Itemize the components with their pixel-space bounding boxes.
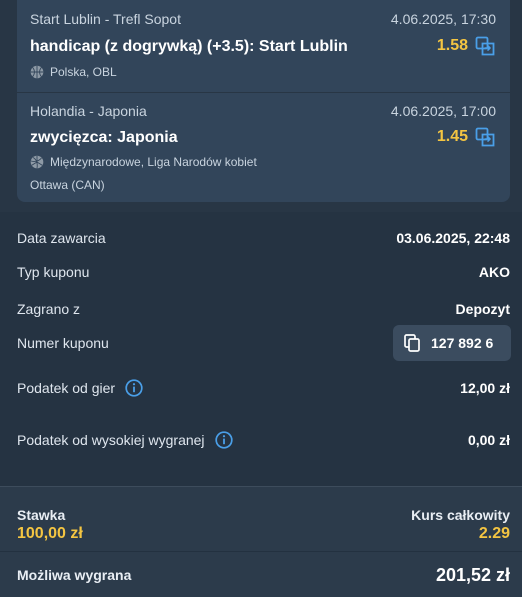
coupon-number-label: Numer kuponu — [17, 335, 109, 351]
type-label: Typ kuponu — [17, 264, 90, 280]
copy-coupon-button[interactable]: 127 892 6 — [393, 325, 511, 361]
played-value: Depozyt — [455, 301, 510, 317]
stake-value: 100,00 zł — [17, 525, 83, 542]
bet-market: handicap (z dogrywką) (+3.5): Start Lubl… — [30, 38, 348, 55]
bet-list: Start Lublin - Trefl Sopot 4.06.2025, 17… — [17, 0, 510, 202]
bet-odds: 1.58 — [436, 37, 468, 54]
bet-market: zwycięzca: Japonia — [30, 129, 178, 146]
total-odds-value: 2.29 — [478, 525, 510, 542]
league-info: Polska, OBL — [30, 65, 117, 79]
swap-bet-icon[interactable] — [475, 127, 495, 147]
basketball-icon — [30, 65, 44, 79]
game-tax-value: 12,00 zł — [460, 380, 510, 396]
coupon-details-panel: Start Lublin - Trefl Sopot 4.06.2025, 17… — [0, 0, 522, 597]
type-value: AKO — [478, 264, 510, 280]
potential-win-value: 201,52 zł — [435, 565, 510, 585]
league-name: Międzynarodowe, Liga Narodów kobiet — [50, 155, 257, 169]
match-name: Holandia - Japonia — [30, 103, 147, 119]
coupon-number: 127 892 6 — [431, 335, 494, 351]
high-win-tax-row: Podatek od wysokiej wygranej — [17, 431, 233, 449]
bet-item: Holandia - Japonia 4.06.2025, 17:00 zwyc… — [17, 93, 510, 202]
coupon-details: Data zawarcia 03.06.2025, 22:48 Typ kupo… — [0, 212, 522, 486]
bet-item: Start Lublin - Trefl Sopot 4.06.2025, 17… — [17, 0, 510, 92]
swap-bet-icon[interactable] — [475, 36, 495, 56]
volleyball-icon — [30, 155, 44, 169]
played-label: Zagrano z — [17, 301, 81, 317]
copy-icon — [404, 334, 420, 352]
league-info: Międzynarodowe, Liga Narodów kobiet — [30, 155, 257, 169]
bet-odds: 1.45 — [436, 128, 468, 145]
summary-divider — [0, 551, 522, 552]
stake-label: Stawka — [17, 507, 66, 523]
info-icon[interactable] — [214, 431, 233, 449]
high-win-tax-value: 0,00 zł — [467, 432, 510, 448]
game-tax-label: Podatek od gier — [17, 380, 116, 396]
date-value: 03.06.2025, 22:48 — [396, 230, 510, 246]
match-name: Start Lublin - Trefl Sopot — [30, 11, 181, 27]
coupon-summary: Stawka 100,00 zł Kurs całkowity 2.29 Moż… — [0, 487, 522, 597]
game-tax-row: Podatek od gier — [17, 379, 143, 397]
match-date: 4.06.2025, 17:00 — [390, 103, 496, 119]
event-location: Ottawa (CAN) — [30, 178, 105, 192]
potential-win-label: Możliwa wygrana — [17, 567, 132, 583]
high-win-tax-label: Podatek od wysokiej wygranej — [17, 432, 205, 448]
total-odds-label: Kurs całkowity — [411, 507, 510, 523]
date-label: Data zawarcia — [17, 230, 106, 246]
info-icon[interactable] — [125, 379, 143, 397]
league-name: Polska, OBL — [50, 65, 117, 79]
match-date: 4.06.2025, 17:30 — [390, 11, 496, 27]
